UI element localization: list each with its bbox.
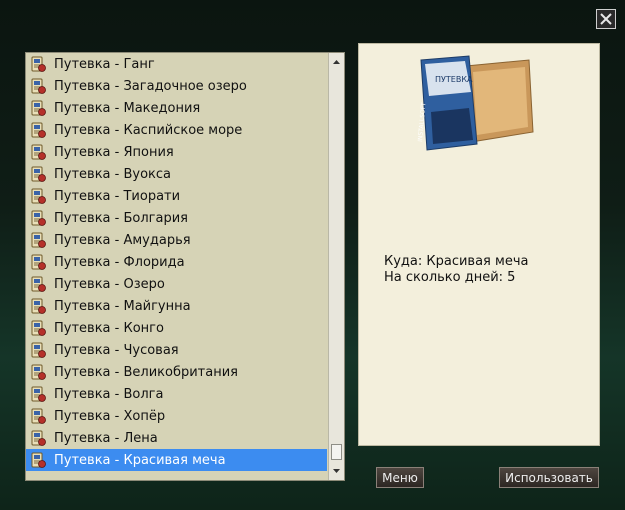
scroll-ticket-icon [30, 386, 47, 403]
list-scrollbar[interactable] [328, 53, 344, 480]
list-item[interactable]: Путевка - Ганг [26, 53, 327, 75]
scroll-ticket-icon [30, 342, 47, 359]
close-button[interactable] [596, 9, 616, 29]
scroll-ticket-icon [30, 430, 47, 447]
scroll-ticket-icon [30, 210, 47, 227]
scroll-ticket-icon [30, 56, 47, 73]
list-item-label: Путевка - Флорида [54, 254, 185, 270]
list-item[interactable]: Путевка - Великобритания [26, 361, 327, 383]
scroll-ticket-icon [30, 100, 47, 117]
list-item[interactable]: Путевка - Конго [26, 317, 327, 339]
list-item-label: Путевка - Вуокса [54, 166, 172, 182]
list-item-label: Путевка - Великобритания [54, 364, 238, 380]
list-item[interactable]: Путевка - Лена [26, 427, 327, 449]
list-item[interactable]: Путевка - Македония [26, 97, 327, 119]
close-icon [600, 13, 612, 25]
list-item-label: Путевка - Болгария [54, 210, 188, 226]
list-item-label: Путевка - Красивая меча [54, 452, 226, 468]
list-item-label: Путевка - Озеро [54, 276, 165, 292]
list-item-label: Путевка - Япония [54, 144, 174, 160]
list-item-label: Путевка - Волга [54, 386, 164, 402]
use-button[interactable]: Использовать [499, 467, 599, 488]
scroll-ticket-icon [30, 144, 47, 161]
voucher-list[interactable]: Путевка - Ганг Путевка - Загадочное озеро… [26, 53, 327, 471]
travel-brochure-image: ПУТЕВКА INSTALLSOFT [417, 55, 534, 151]
list-item[interactable]: Путевка - Япония [26, 141, 327, 163]
menu-button[interactable]: Меню [376, 467, 424, 488]
voucher-details: Куда: Красивая меча На сколько дней: 5 [384, 254, 528, 286]
list-item[interactable]: Путевка - Болгария [26, 207, 327, 229]
list-item[interactable]: Путевка - Тиорати [26, 185, 327, 207]
voucher-info-panel: ПУТЕВКА INSTALLSOFT Куда: Красивая меча … [358, 43, 600, 446]
scroll-down-arrow-icon[interactable] [329, 464, 344, 478]
destination-text: Куда: Красивая меча [384, 254, 529, 269]
scroll-ticket-icon [30, 166, 47, 183]
scroll-ticket-icon [30, 232, 47, 249]
list-item[interactable]: Путевка - Хопёр [26, 405, 327, 427]
list-item-label: Путевка - Конго [54, 320, 164, 336]
scroll-ticket-icon [30, 298, 47, 315]
list-item[interactable]: Путевка - Амударья [26, 229, 327, 251]
list-item[interactable]: Путевка - Загадочное озеро [26, 75, 327, 97]
scroll-ticket-icon [30, 276, 47, 293]
days-text: На сколько дней: 5 [384, 270, 516, 285]
list-item-label: Путевка - Ганг [54, 56, 155, 72]
list-item[interactable]: Путевка - Озеро [26, 273, 327, 295]
list-item-label: Путевка - Каспийское море [54, 122, 243, 138]
scroll-ticket-icon [30, 452, 47, 469]
list-item[interactable]: Путевка - Вуокса [26, 163, 327, 185]
scroll-ticket-icon [30, 78, 47, 95]
scroll-ticket-icon [30, 364, 47, 381]
voucher-list-panel: Путевка - Ганг Путевка - Загадочное озеро… [25, 52, 345, 481]
list-item[interactable]: Путевка - Майгунна [26, 295, 327, 317]
list-item[interactable]: Путевка - Волга [26, 383, 327, 405]
list-item-label: Путевка - Майгунна [54, 298, 191, 314]
scroll-ticket-icon [30, 122, 47, 139]
list-item-label: Путевка - Тиорати [54, 188, 181, 204]
scroll-ticket-icon [30, 254, 47, 271]
list-item-label: Путевка - Македония [54, 100, 201, 116]
list-item[interactable]: Путевка - Красивая меча [26, 449, 327, 471]
scroll-thumb[interactable] [331, 444, 342, 460]
list-item-label: Путевка - Чусовая [54, 342, 179, 358]
list-item-label: Путевка - Загадочное озеро [54, 78, 247, 94]
scroll-up-arrow-icon[interactable] [329, 55, 344, 69]
list-item[interactable]: Путевка - Каспийское море [26, 119, 327, 141]
list-item-label: Путевка - Амударья [54, 232, 191, 248]
scroll-ticket-icon [30, 408, 47, 425]
list-item-label: Путевка - Хопёр [54, 408, 166, 424]
list-item[interactable]: Путевка - Флорида [26, 251, 327, 273]
scroll-ticket-icon [30, 320, 47, 337]
scroll-ticket-icon [30, 188, 47, 205]
list-item[interactable]: Путевка - Чусовая [26, 339, 327, 361]
svg-text:ПУТЕВКА: ПУТЕВКА [435, 75, 473, 84]
list-item-label: Путевка - Лена [54, 430, 158, 446]
